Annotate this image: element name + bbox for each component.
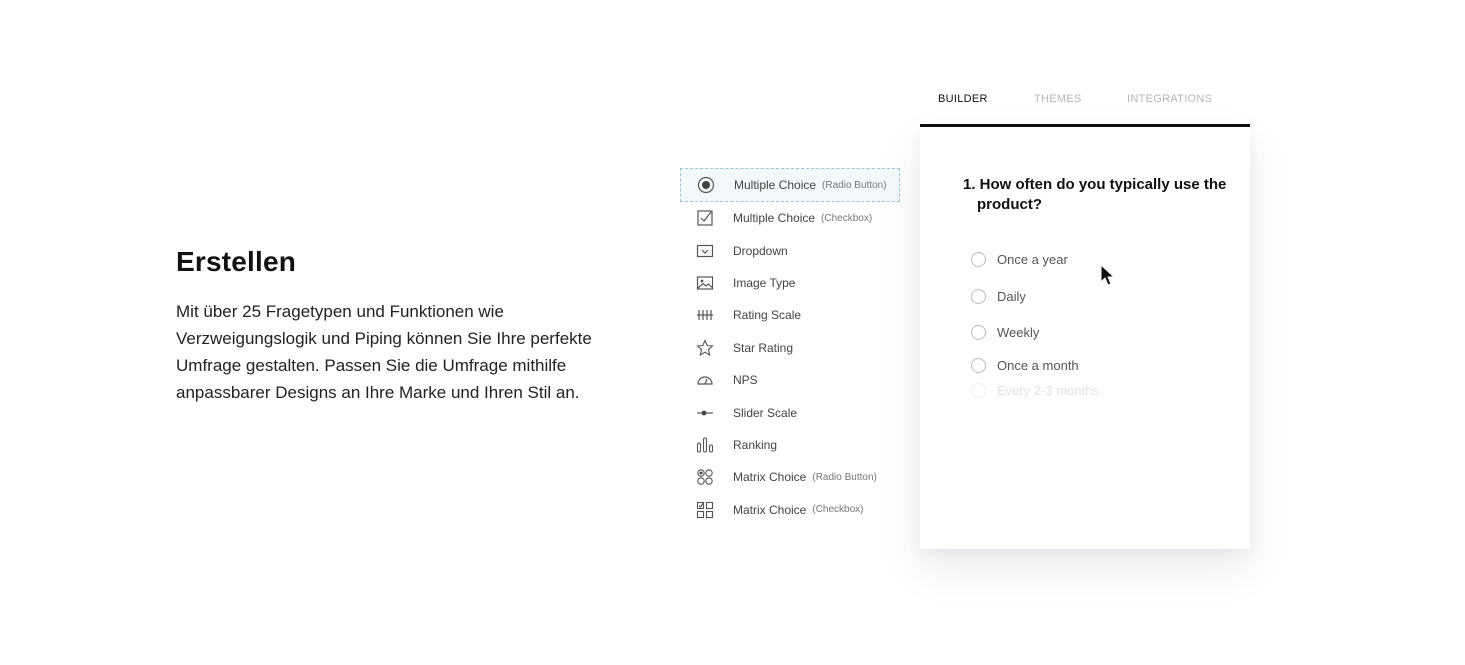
question-type-label: Slider Scale <box>733 405 798 420</box>
question-type-star-rating[interactable]: Star Rating <box>680 332 900 364</box>
answer-label: Every 2-3 months <box>997 383 1099 398</box>
radio-button[interactable] <box>971 358 986 373</box>
intro-section: Erstellen Mit über 25 Fragetypen und Fun… <box>176 244 606 406</box>
question-type-rating-scale[interactable]: Rating Scale <box>680 299 900 331</box>
tab-integrations[interactable]: INTEGRATIONS <box>1127 93 1212 105</box>
matrix-radio-icon <box>695 467 715 487</box>
question-type-label: Star Rating <box>733 340 794 355</box>
question-type-matrix-checkbox[interactable]: Matrix Choice (Checkbox) <box>680 494 900 526</box>
radio-button[interactable] <box>971 252 986 267</box>
answer-option[interactable]: Daily <box>971 289 1026 304</box>
question-type-dropdown[interactable]: Dropdown <box>680 234 900 266</box>
builder-tabs: BUILDER THEMES INTEGRATIONS <box>920 88 1250 128</box>
question-type-slider-scale[interactable]: Slider Scale <box>680 396 900 428</box>
question-type-label: Ranking <box>733 437 778 452</box>
question-type-label: Multiple Choice <box>734 178 817 192</box>
question-type-matrix-radio[interactable]: Matrix Choice (Radio Button) <box>680 461 900 493</box>
section-title: Erstellen <box>176 246 297 277</box>
question-type-label: Rating Scale <box>733 308 802 323</box>
section-description: Mit über 25 Fragetypen und Funktionen wi… <box>176 302 592 402</box>
question-type-sublabel: (Radio Button) <box>812 471 877 483</box>
question-type-multiple-choice-checkbox[interactable]: Multiple Choice (Checkbox) <box>680 202 900 234</box>
question-type-label: Multiple Choice <box>733 211 816 226</box>
question-type-label: Matrix Choice <box>733 502 807 517</box>
answer-label: Once a year <box>997 252 1068 267</box>
matrix-checkbox-icon <box>695 500 715 520</box>
slider-icon <box>695 403 715 423</box>
dropdown-icon <box>695 241 715 261</box>
radio-button[interactable] <box>971 289 986 304</box>
radio-button[interactable] <box>971 325 986 340</box>
question-type-nps[interactable]: NPS <box>680 364 900 396</box>
checkbox-icon <box>695 208 715 228</box>
question-type-sublabel: (Radio Button) <box>822 179 887 191</box>
image-icon <box>695 273 715 293</box>
answer-option[interactable]: Once a year <box>971 252 1068 267</box>
answer-label: Once a month <box>997 358 1079 373</box>
question-title: 1. How often do you typically use the pr… <box>963 176 1227 213</box>
question-type-label: Matrix Choice <box>733 470 807 485</box>
question-type-sublabel: (Checkbox) <box>821 212 873 224</box>
question-type-label: NPS <box>733 373 758 388</box>
question-type-label: Image Type <box>733 275 796 290</box>
tab-themes[interactable]: THEMES <box>1034 93 1082 105</box>
survey-preview-card: 1. How often do you typically use the pr… <box>920 127 1250 549</box>
answer-label: Daily <box>997 289 1026 304</box>
question-type-list: Multiple Choice (Radio Button) Multiple … <box>680 168 900 526</box>
ranking-icon <box>695 435 715 455</box>
question-type-image[interactable]: Image Type <box>680 267 900 299</box>
question-type-multiple-choice-radio[interactable]: Multiple Choice (Radio Button) <box>680 168 900 202</box>
rating-scale-icon <box>695 305 715 325</box>
answer-option[interactable]: Weekly <box>971 325 1039 340</box>
tab-builder[interactable]: BUILDER <box>938 93 988 105</box>
answer-label: Weekly <box>997 325 1040 340</box>
mouse-cursor-icon <box>1100 264 1116 286</box>
answer-option[interactable]: Every 2-3 months <box>971 383 1099 398</box>
gauge-icon <box>695 370 715 390</box>
question-type-label: Dropdown <box>733 243 788 258</box>
radio-button-icon <box>696 175 716 195</box>
question-type-ranking[interactable]: Ranking <box>680 429 900 461</box>
answer-option[interactable]: Once a month <box>971 358 1079 373</box>
question-type-sublabel: (Checkbox) <box>812 504 864 516</box>
star-icon <box>695 338 715 358</box>
radio-button[interactable] <box>971 383 986 398</box>
